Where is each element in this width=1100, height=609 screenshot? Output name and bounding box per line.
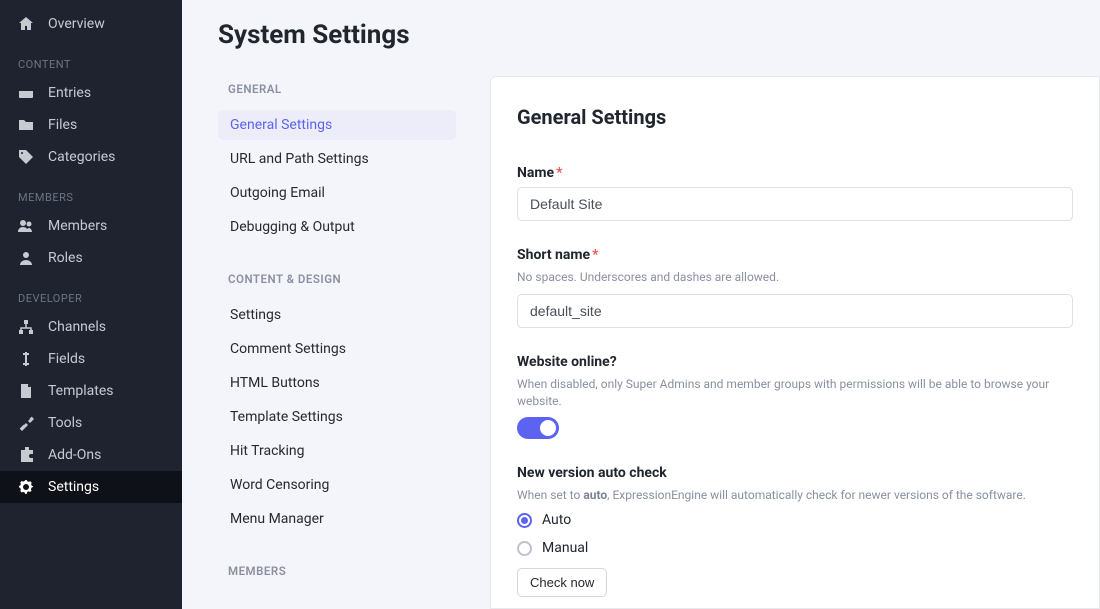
radio-auto[interactable] xyxy=(517,513,532,528)
panel-title: General Settings xyxy=(517,105,1073,129)
subnav-link-word-censoring[interactable]: Word Censoring xyxy=(218,470,456,500)
sidebar-label: Overview xyxy=(48,16,105,32)
subnav-link-url-path[interactable]: URL and Path Settings xyxy=(218,144,456,174)
radio-manual[interactable] xyxy=(517,541,532,556)
sidebar-item-files[interactable]: Files xyxy=(0,109,182,141)
sidebar-item-settings[interactable]: Settings xyxy=(0,471,182,503)
name-input[interactable] xyxy=(517,187,1073,221)
folder-icon xyxy=(18,117,34,133)
main-sidebar: Overview CONTENT Entries Files Categorie… xyxy=(0,0,182,609)
subnav-link-html-buttons[interactable]: HTML Buttons xyxy=(218,368,456,398)
radio-option-auto[interactable]: Auto xyxy=(517,512,1073,528)
sidebar-label: Entries xyxy=(48,85,91,101)
settings-subnav: GENERAL General Settings URL and Path Se… xyxy=(218,76,456,609)
website-online-hint: When disabled, only Super Admins and mem… xyxy=(517,376,1073,410)
tag-icon xyxy=(18,149,34,165)
short-name-hint: No spaces. Underscores and dashes are al… xyxy=(517,269,1073,286)
sidebar-label: Members xyxy=(48,218,107,234)
subnav-group-content-design: CONTENT & DESIGN xyxy=(218,266,456,300)
required-asterisk: * xyxy=(556,165,562,181)
tools-icon xyxy=(18,415,34,431)
subnav-link-outgoing-email[interactable]: Outgoing Email xyxy=(218,178,456,208)
sidebar-section-content: CONTENT xyxy=(0,40,182,77)
entries-icon xyxy=(18,85,34,101)
sidebar-section-members: MEMBERS xyxy=(0,173,182,210)
subnav-link-comment-settings[interactable]: Comment Settings xyxy=(218,334,456,364)
sitemap-icon xyxy=(18,319,34,335)
field-short-name: Short name* No spaces. Underscores and d… xyxy=(517,247,1073,328)
subnav-link-debugging[interactable]: Debugging & Output xyxy=(218,212,456,242)
sidebar-item-members[interactable]: Members xyxy=(0,210,182,242)
check-now-button[interactable]: Check now xyxy=(517,568,607,597)
sidebar-label: Channels xyxy=(48,319,106,335)
members-icon xyxy=(18,218,34,234)
sidebar-item-overview[interactable]: Overview xyxy=(0,8,182,40)
sidebar-label: Templates xyxy=(48,383,114,399)
sidebar-item-fields[interactable]: Fields xyxy=(0,343,182,375)
sidebar-item-tools[interactable]: Tools xyxy=(0,407,182,439)
radio-option-manual[interactable]: Manual xyxy=(517,540,1073,556)
field-name: Name* xyxy=(517,165,1073,221)
gear-icon xyxy=(18,479,34,495)
sidebar-label: Roles xyxy=(48,250,83,266)
sidebar-label: Tools xyxy=(48,415,82,431)
subnav-link-hit-tracking[interactable]: Hit Tracking xyxy=(218,436,456,466)
subnav-group-general: GENERAL xyxy=(218,76,456,110)
radio-auto-label: Auto xyxy=(542,512,571,528)
sidebar-section-developer: DEVELOPER xyxy=(0,274,182,311)
required-asterisk: * xyxy=(592,247,598,263)
toggle-knob xyxy=(540,420,556,436)
name-label: Name* xyxy=(517,165,1073,181)
fields-icon xyxy=(18,351,34,367)
radio-manual-label: Manual xyxy=(542,540,588,556)
version-check-label: New version auto check xyxy=(517,465,1073,481)
sidebar-item-entries[interactable]: Entries xyxy=(0,77,182,109)
subnav-group-members: MEMBERS xyxy=(218,558,456,592)
file-icon xyxy=(18,383,34,399)
user-icon xyxy=(18,250,34,266)
field-version-check: New version auto check When set to auto,… xyxy=(517,465,1073,597)
subnav-link-general-settings[interactable]: General Settings xyxy=(218,110,456,140)
short-name-label: Short name* xyxy=(517,247,1073,263)
sidebar-item-roles[interactable]: Roles xyxy=(0,242,182,274)
subnav-link-settings[interactable]: Settings xyxy=(218,300,456,330)
field-website-online: Website online? When disabled, only Supe… xyxy=(517,354,1073,440)
subnav-link-menu-manager[interactable]: Menu Manager xyxy=(218,504,456,534)
short-name-input[interactable] xyxy=(517,294,1073,328)
puzzle-icon xyxy=(18,447,34,463)
website-online-label: Website online? xyxy=(517,354,1073,370)
sidebar-item-templates[interactable]: Templates xyxy=(0,375,182,407)
version-check-hint: When set to auto, ExpressionEngine will … xyxy=(517,487,1073,504)
subnav-link-template-settings[interactable]: Template Settings xyxy=(218,402,456,432)
sidebar-item-channels[interactable]: Channels xyxy=(0,311,182,343)
sidebar-label: Fields xyxy=(48,351,85,367)
settings-panel: General Settings Name* Short name* No sp… xyxy=(490,76,1100,609)
sidebar-label: Categories xyxy=(48,149,115,165)
main-content: System Settings GENERAL General Settings… xyxy=(182,0,1100,609)
website-online-toggle[interactable] xyxy=(517,417,559,439)
page-title: System Settings xyxy=(218,20,1100,50)
sidebar-label: Settings xyxy=(48,479,99,495)
sidebar-item-categories[interactable]: Categories xyxy=(0,141,182,173)
sidebar-label: Add-Ons xyxy=(48,447,101,463)
sidebar-label: Files xyxy=(48,117,77,133)
home-icon xyxy=(18,16,34,32)
sidebar-item-addons[interactable]: Add-Ons xyxy=(0,439,182,471)
